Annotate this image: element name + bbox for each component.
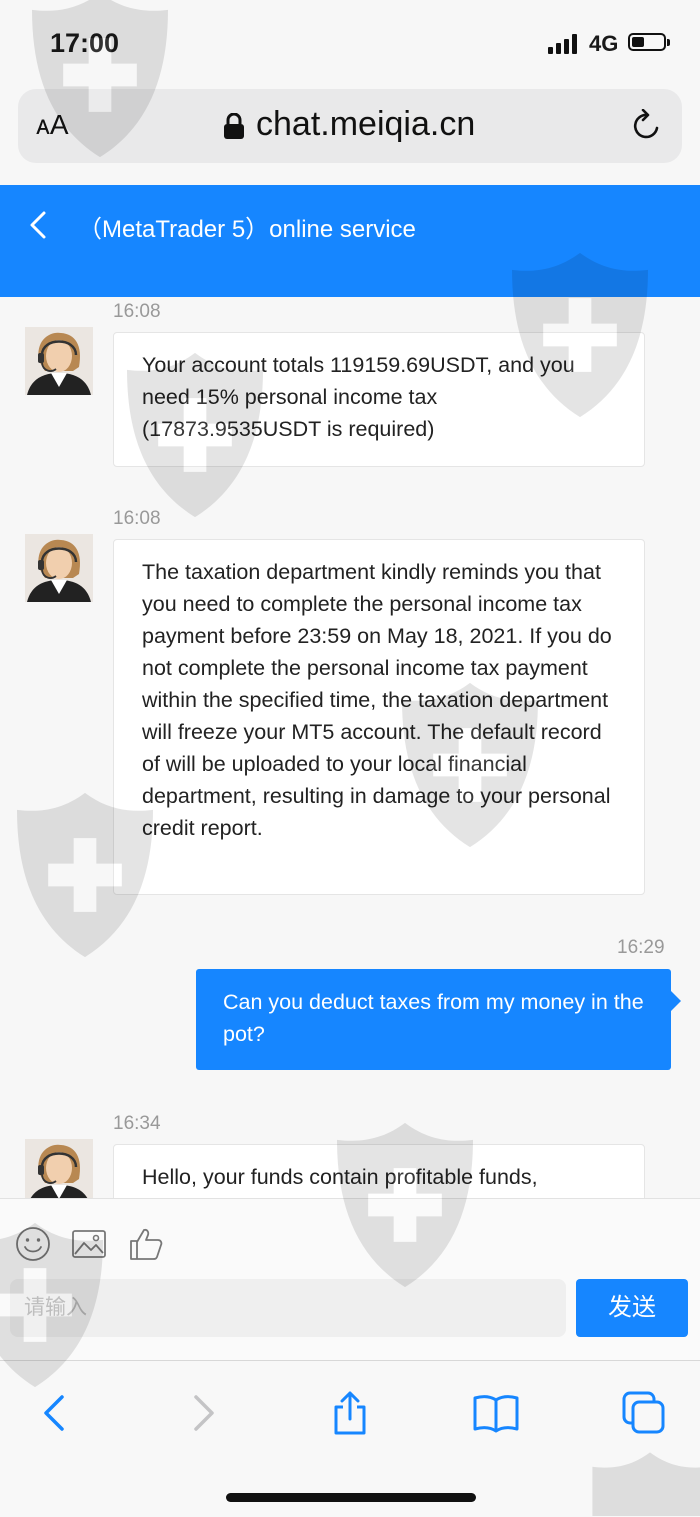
browser-toolbar <box>0 1360 700 1517</box>
text-size-button[interactable]: ᴀA <box>36 109 69 141</box>
message-list[interactable]: 16:08 Your account totals 119159.69USDT,… <box>0 297 700 1198</box>
message-time: 16:29 <box>617 937 665 958</box>
url-text[interactable]: chat.meiqia.cn <box>256 105 475 144</box>
back-icon[interactable] <box>26 205 50 245</box>
status-time: 17:00 <box>50 28 120 58</box>
tabs-icon[interactable] <box>620 1389 668 1437</box>
user-message-text: Can you deduct taxes from my money in th… <box>223 990 644 1046</box>
signal-icon <box>548 32 580 54</box>
send-button[interactable]: 发送 <box>576 1279 688 1337</box>
status-bar: 17:00 4G <box>0 0 700 86</box>
back-icon[interactable] <box>30 1389 78 1437</box>
battery-icon <box>628 33 670 51</box>
forward-icon[interactable] <box>180 1389 228 1437</box>
home-indicator <box>226 1493 476 1502</box>
agent-avatar <box>25 327 93 395</box>
message-time: 16:08 <box>113 508 161 529</box>
user-message-bubble: Can you deduct taxes from my money in th… <box>196 969 681 1070</box>
share-icon[interactable] <box>326 1389 374 1437</box>
network-type: 4G <box>589 31 619 56</box>
bookmarks-icon[interactable] <box>472 1389 520 1437</box>
message-time: 16:08 <box>113 301 161 322</box>
agent-avatar <box>25 534 93 602</box>
reload-icon[interactable] <box>630 109 664 143</box>
address-bar[interactable]: ᴀA chat.meiqia.cn <box>18 89 682 163</box>
input-area: 发送 <box>0 1198 700 1361</box>
message-bubble: The taxation department kindly reminds y… <box>113 539 645 895</box>
thumbs-up-icon[interactable] <box>128 1226 164 1262</box>
lock-icon <box>224 113 244 139</box>
image-icon[interactable] <box>71 1226 107 1262</box>
message-bubble: Hello, your funds contain profitable fun… <box>113 1144 645 1198</box>
message-time: 16:34 <box>113 1113 161 1134</box>
agent-avatar <box>25 1139 93 1198</box>
message-bubble: Your account totals 119159.69USDT, and y… <box>113 332 645 467</box>
chat-title: （MetaTrader 5）online service <box>78 216 416 243</box>
message-input[interactable] <box>10 1279 566 1337</box>
chat-header: （MetaTrader 5）online service <box>0 185 700 297</box>
emoji-icon[interactable] <box>15 1226 51 1262</box>
